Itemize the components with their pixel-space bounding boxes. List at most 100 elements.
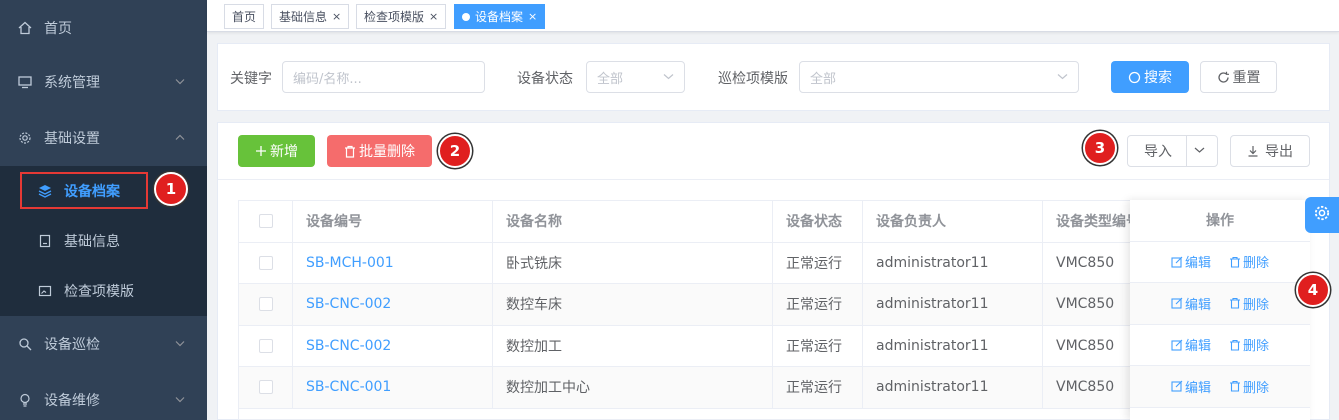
row-checkbox[interactable] <box>259 380 273 395</box>
sidebar-item-label: 首页 <box>44 21 72 37</box>
tag-home[interactable]: 首页 <box>224 4 265 29</box>
edit-icon <box>1171 256 1183 268</box>
sidebar-item-basic-info[interactable]: 基础信息 <box>0 216 207 266</box>
export-button-label: 导出 <box>1265 144 1293 160</box>
device-status: 正常运行 <box>786 380 842 397</box>
reset-button-label: 重置 <box>1232 70 1261 86</box>
delete-label: 删除 <box>1243 380 1270 396</box>
tag-device-archive[interactable]: 设备档案 × <box>454 4 546 29</box>
tag-basic-info[interactable]: 基础信息 × <box>271 4 350 29</box>
keyword-label: 关键字 <box>230 71 272 87</box>
sidebar-item-label: 设备巡检 <box>44 337 100 353</box>
plus-icon <box>255 145 267 157</box>
chevron-down-icon <box>175 77 185 88</box>
device-code-link[interactable]: SB-MCH-001 <box>306 243 394 284</box>
sidebar-item-inspection[interactable]: 设备巡检 <box>0 316 207 372</box>
column-header[interactable]: 设备名称 <box>506 201 562 242</box>
delete-link[interactable]: 删除 <box>1229 335 1269 354</box>
edit-link[interactable]: 编辑 <box>1171 335 1211 354</box>
callout-badge: 4 <box>1296 273 1330 307</box>
row-actions: 编辑 删除 <box>1130 283 1310 325</box>
settings-tab[interactable] <box>1305 197 1339 233</box>
device-name: 数控加工中心 <box>506 380 590 397</box>
gear-icon <box>1313 204 1331 226</box>
highlight-box <box>20 172 148 209</box>
sidebar-item-basic-settings[interactable]: 基础设置 <box>0 110 207 166</box>
sidebar-item-repair[interactable]: 设备维修 <box>0 372 207 420</box>
device-name: 数控车床 <box>506 297 562 314</box>
close-icon[interactable]: × <box>429 10 438 23</box>
column-header[interactable]: 设备编号 <box>306 201 362 242</box>
sidebar-item-label: 设备维修 <box>44 393 100 409</box>
edit-label: 编辑 <box>1184 339 1211 355</box>
device-status: 正常运行 <box>786 255 842 272</box>
edit-link[interactable]: 编辑 <box>1171 252 1211 271</box>
device-type: VMC850 <box>1056 337 1115 354</box>
tag-check-template[interactable]: 检查项模版 × <box>356 4 447 29</box>
delete-link[interactable]: 删除 <box>1229 294 1269 313</box>
select-all-checkbox[interactable] <box>259 214 273 229</box>
tag-label: 首页 <box>232 10 257 24</box>
sidebar-item-system[interactable]: 系统管理 <box>0 54 207 110</box>
tag-label: 检查项模版 <box>364 10 425 24</box>
search-button[interactable]: 搜索 <box>1111 61 1189 93</box>
template-select[interactable]: 全部 <box>799 61 1079 93</box>
column-header[interactable]: 设备类型编号 <box>1056 201 1136 242</box>
delete-link[interactable]: 删除 <box>1229 252 1269 271</box>
device-name: 卧式铣床 <box>506 255 562 272</box>
status-select-value: 全部 <box>597 71 624 87</box>
chevron-down-icon[interactable] <box>1194 144 1205 160</box>
row-checkbox[interactable] <box>259 255 273 270</box>
search-button-label: 搜索 <box>1144 70 1172 86</box>
device-type: VMC850 <box>1056 254 1115 271</box>
sidebar-item-home[interactable]: 首页 <box>0 0 207 56</box>
trash-icon <box>1229 297 1241 309</box>
sidebar: 首页 系统管理 基础设置 设备档案 基础信息 检查项模版 设备巡检 设备维修 <box>0 0 207 420</box>
divider <box>218 179 1329 180</box>
close-icon[interactable]: × <box>528 10 537 23</box>
device-code-link[interactable]: SB-CNC-002 <box>306 326 391 367</box>
chevron-down-icon <box>175 339 185 350</box>
import-button-label: 导入 <box>1144 144 1172 160</box>
tag-label: 基础信息 <box>279 10 328 24</box>
button-divider <box>1186 136 1187 166</box>
column-header[interactable]: 设备状态 <box>786 201 842 242</box>
trash-icon <box>1229 256 1241 268</box>
operations-column: 操作 编辑 删除 编辑 删除 编辑 删除 编辑 删除 <box>1130 200 1310 420</box>
batch-delete-button[interactable]: 批量删除 <box>327 135 432 167</box>
edit-icon <box>1171 380 1183 392</box>
edit-label: 编辑 <box>1184 256 1211 272</box>
callout-badge: 2 <box>438 134 472 168</box>
device-code-link[interactable]: SB-CNC-001 <box>306 367 391 408</box>
close-icon[interactable]: × <box>332 10 341 23</box>
edit-link[interactable]: 编辑 <box>1171 294 1211 313</box>
device-owner: administrator11 <box>876 296 989 313</box>
add-button-label: 新增 <box>270 144 298 160</box>
row-actions: 编辑 删除 <box>1130 242 1310 283</box>
device-type: VMC850 <box>1056 296 1115 313</box>
sidebar-item-label: 基础设置 <box>44 131 100 147</box>
template-label: 巡检项模版 <box>718 71 788 87</box>
edit-icon <box>1171 339 1183 351</box>
device-owner: administrator11 <box>876 254 989 271</box>
status-label: 设备状态 <box>517 71 573 87</box>
export-button[interactable]: 导出 <box>1230 135 1310 167</box>
callout-badge: 3 <box>1083 131 1117 165</box>
sidebar-item-check-template[interactable]: 检查项模版 <box>0 266 207 316</box>
row-checkbox[interactable] <box>259 297 273 312</box>
row-checkbox[interactable] <box>259 338 273 353</box>
tag-label: 设备档案 <box>475 10 524 24</box>
status-select[interactable]: 全部 <box>586 61 685 93</box>
keyword-placeholder: 编码/名称... <box>293 71 362 87</box>
edit-icon <box>1171 297 1183 309</box>
keyword-input[interactable]: 编码/名称... <box>282 61 485 93</box>
monitor-icon <box>18 75 32 89</box>
reset-button[interactable]: 重置 <box>1200 61 1277 93</box>
add-button[interactable]: 新增 <box>238 135 315 167</box>
edit-link[interactable]: 编辑 <box>1171 377 1211 396</box>
device-code-link[interactable]: SB-CNC-002 <box>306 284 391 325</box>
column-header[interactable]: 设备负责人 <box>876 201 946 242</box>
search-icon <box>1128 71 1141 84</box>
delete-link[interactable]: 删除 <box>1229 377 1269 396</box>
gear-icon <box>18 131 32 145</box>
